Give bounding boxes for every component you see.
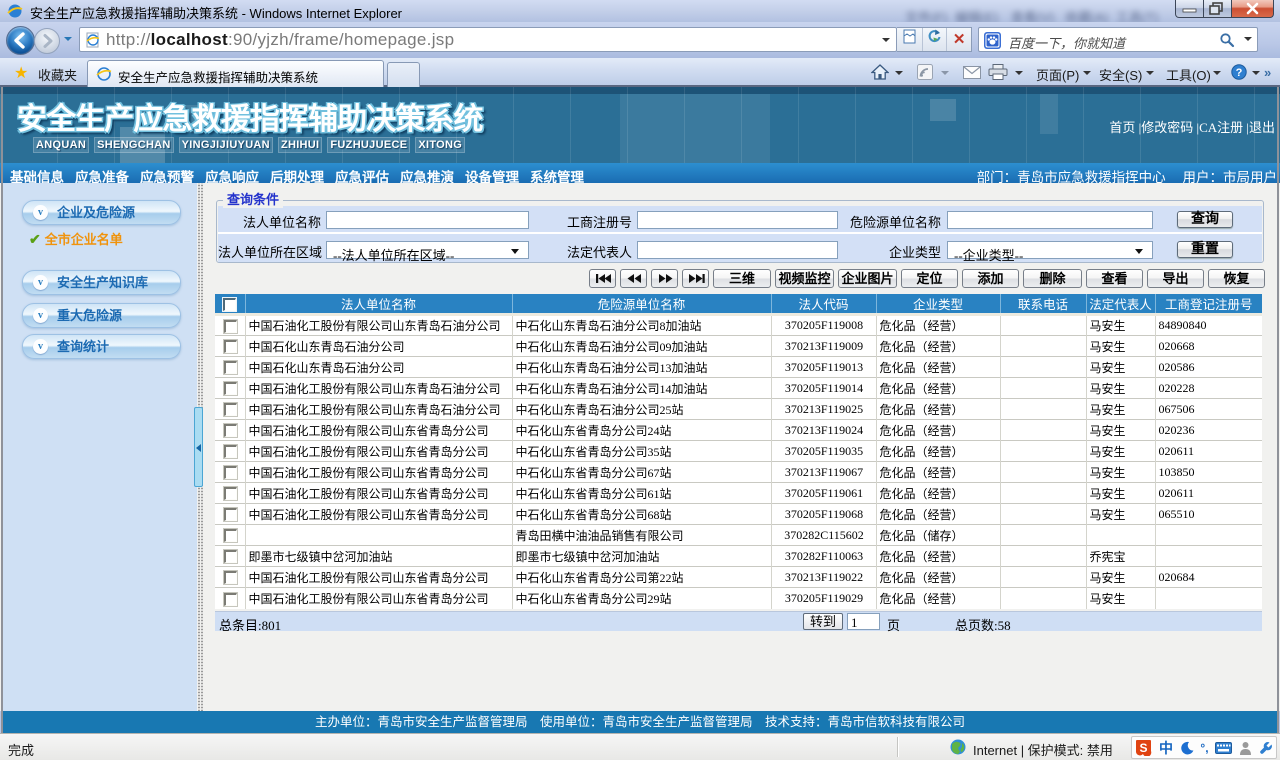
svg-text:?: ? xyxy=(1236,67,1243,79)
svg-text:S: S xyxy=(1140,741,1148,755)
